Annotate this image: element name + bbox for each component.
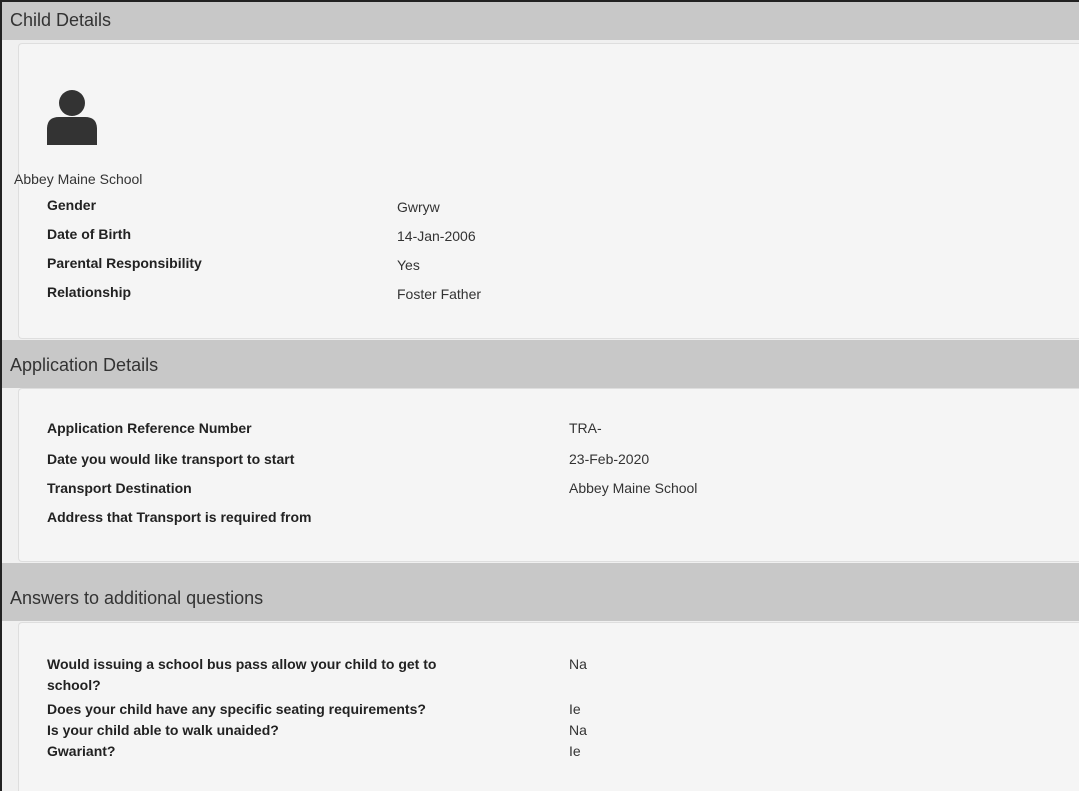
gender-value: Gwryw <box>397 199 440 215</box>
walk-unaided-question: Is your child able to walk unaided? <box>47 722 279 738</box>
seating-answer: Ie <box>569 701 581 717</box>
page-frame: Child Details Abbey Maine School Gender … <box>0 0 1079 791</box>
transport-destination-label: Transport Destination <box>47 480 192 496</box>
school-name: Abbey Maine School <box>14 171 143 187</box>
child-details-panel <box>18 43 1079 339</box>
application-details-header: Application Details <box>2 340 1079 388</box>
relationship-label: Relationship <box>47 284 132 300</box>
address-from-label: Address that Transport is required from <box>47 509 312 525</box>
reference-number-value: TRA- <box>569 420 602 436</box>
gwariant-question: Gwariant? <box>47 743 116 759</box>
child-details-title: Child Details <box>10 10 112 30</box>
dob-value: 14-Jan-2006 <box>397 228 476 244</box>
gwariant-answer: Ie <box>569 743 581 759</box>
bus-pass-question-line2: school? <box>47 677 101 693</box>
transport-destination-value: Abbey Maine School <box>569 480 698 496</box>
seating-question: Does your child have any specific seatin… <box>47 701 426 717</box>
gender-label: Gender <box>47 197 97 213</box>
additional-questions-header: Answers to additional questions <box>2 563 1079 621</box>
bus-pass-question-line1: Would issuing a school bus pass allow yo… <box>47 656 437 672</box>
parental-responsibility-label: Parental Responsibility <box>47 255 202 271</box>
walk-unaided-answer: Na <box>569 722 587 738</box>
transport-start-value: 23-Feb-2020 <box>569 451 650 467</box>
parental-responsibility-value: Yes <box>397 257 420 273</box>
transport-start-label: Date you would like transport to start <box>47 451 295 467</box>
relationship-value: Foster Father <box>397 286 482 302</box>
bus-pass-answer: Na <box>569 656 587 672</box>
additional-questions-title: Answers to additional questions <box>10 588 264 608</box>
reference-number-label: Application Reference Number <box>47 420 252 436</box>
dob-label: Date of Birth <box>47 226 131 242</box>
child-details-header: Child Details <box>2 2 1079 40</box>
application-details-panel <box>18 388 1079 562</box>
application-details-title: Application Details <box>10 355 159 375</box>
user-silhouette-icon <box>47 90 97 145</box>
